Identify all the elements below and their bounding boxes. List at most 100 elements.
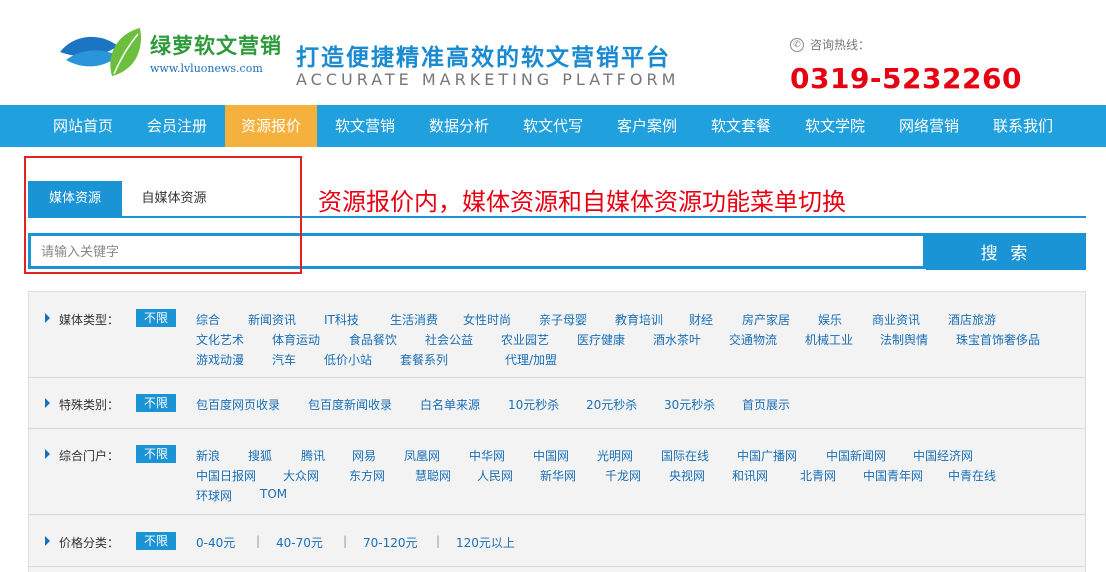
filter-option[interactable]: 医疗健康 xyxy=(577,331,625,348)
filter-option[interactable]: 酒店旅游 xyxy=(948,311,996,328)
filter-row: 价格分类： 不限 0-40元 40-70元 70-120元 120元以上 | | | xyxy=(29,515,1085,567)
filter-option[interactable]: 新浪 xyxy=(196,447,220,464)
hotline-number: 0319-5232260 xyxy=(790,62,1022,95)
hotline-label-text: 咨询热线： xyxy=(810,38,871,52)
filter-option[interactable]: 中国经济网 xyxy=(913,447,973,464)
nav-item[interactable]: 软文代写 xyxy=(506,105,600,147)
filter-unlimited-button[interactable]: 不限 xyxy=(136,309,176,327)
filter-panel: 媒体类型： 不限 综合 新闻资讯 IT科技 生活消费 女性时尚 亲子母婴 教育培训 财经 房产家居 娱… xyxy=(28,291,1086,572)
filter-option[interactable]: 网易 xyxy=(352,447,376,464)
filter-option[interactable]: 中青在线 xyxy=(948,467,996,484)
filter-option[interactable]: IT科技 xyxy=(324,311,359,328)
filter-option[interactable]: 中国日报网 xyxy=(196,467,256,484)
filter-option[interactable]: 汽车 xyxy=(272,351,296,368)
filter-option[interactable]: 低价小站 xyxy=(324,351,372,368)
filter-option[interactable]: 光明网 xyxy=(597,447,633,464)
separator: | xyxy=(256,534,261,548)
filter-option[interactable]: 东方网 xyxy=(349,467,385,484)
filter-option[interactable]: 腾讯 xyxy=(301,447,325,464)
filter-option[interactable]: 中国广播网 xyxy=(737,447,797,464)
filter-option[interactable]: 娱乐 xyxy=(818,311,842,328)
filter-unlimited-button[interactable]: 不限 xyxy=(136,532,176,550)
filter-option[interactable]: 慧聪网 xyxy=(415,467,451,484)
filter-option[interactable]: 教育培训 xyxy=(615,311,663,328)
logo-url: www.lvluonews.com xyxy=(150,62,263,75)
filter-option[interactable]: 新闻资讯 xyxy=(248,311,296,328)
filter-option[interactable]: 70-120元 xyxy=(363,534,418,551)
filter-row: 特殊类别： 不限 包百度网页收录 包百度新闻收录 白名单来源 10元秒杀 20元秒杀 30元秒… xyxy=(29,378,1085,429)
filter-option[interactable]: 房产家居 xyxy=(742,311,790,328)
filter-option[interactable]: 社会公益 xyxy=(425,331,473,348)
nav-item[interactable]: 网站首页 xyxy=(36,105,130,147)
filter-option[interactable]: 和讯网 xyxy=(732,467,768,484)
filter-option[interactable]: 30元秒杀 xyxy=(664,396,715,413)
logo[interactable]: 绿萝软文营销 www.lvluonews.com xyxy=(56,26,286,86)
filter-option[interactable]: 亲子母婴 xyxy=(539,311,587,328)
nav-item[interactable]: 软文营销 xyxy=(318,105,412,147)
nav-item[interactable]: 网络营销 xyxy=(882,105,976,147)
filter-option[interactable]: 珠宝首饰奢侈品 xyxy=(956,331,1040,348)
filter-option[interactable]: 代理/加盟 xyxy=(505,351,557,368)
filter-option[interactable]: 套餐系列 xyxy=(400,351,448,368)
filter-option[interactable]: 环球网 xyxy=(196,487,232,504)
filter-option[interactable]: 机械工业 xyxy=(805,331,853,348)
filter-option[interactable]: 40-70元 xyxy=(276,534,323,551)
filter-option[interactable]: 女性时尚 xyxy=(463,311,511,328)
filter-option[interactable]: 搜狐 xyxy=(248,447,272,464)
filter-option[interactable]: 中国青年网 xyxy=(863,467,923,484)
filter-option[interactable]: 20元秒杀 xyxy=(586,396,637,413)
filter-option[interactable]: 法制舆情 xyxy=(880,331,928,348)
slogan: 打造便捷精准高效的软文营销平台 xyxy=(296,45,671,71)
filter-option[interactable]: 游戏动漫 xyxy=(196,351,244,368)
filter-row-label: 价格分类： xyxy=(59,536,120,550)
caret-right-icon xyxy=(45,313,50,323)
filter-option[interactable]: 大众网 xyxy=(283,467,319,484)
leaf-logo-icon xyxy=(60,28,141,76)
filter-option[interactable]: 中华网 xyxy=(469,447,505,464)
filter-unlimited-button[interactable]: 不限 xyxy=(136,394,176,412)
filter-option[interactable]: 农业园艺 xyxy=(501,331,549,348)
filter-option[interactable]: 食品餐饮 xyxy=(349,331,397,348)
filter-option[interactable]: 国际在线 xyxy=(661,447,709,464)
filter-option[interactable]: 首页展示 xyxy=(742,396,790,413)
main-nav: 网站首页 会员注册 资源报价 软文营销 数据分析 软文代写 客户案例 软文套餐 软文学院 网络营销… xyxy=(0,105,1106,147)
phone-icon: ✆ xyxy=(790,37,804,52)
filter-option[interactable]: 0-40元 xyxy=(196,534,235,551)
filter-option[interactable]: 包百度新闻收录 xyxy=(308,396,392,413)
filter-option[interactable]: 体育运动 xyxy=(272,331,320,348)
filter-option[interactable]: 中国新闻网 xyxy=(826,447,886,464)
nav-item[interactable]: 资源报价 xyxy=(225,105,317,147)
filter-option[interactable]: 综合 xyxy=(196,311,220,328)
nav-item[interactable]: 客户案例 xyxy=(600,105,694,147)
nav-item[interactable]: 会员注册 xyxy=(130,105,224,147)
nav-item[interactable]: 软文套餐 xyxy=(694,105,788,147)
filter-row: 综合门户： 不限 新浪 搜狐 腾讯 网易 凤凰网 中华网 中国网 光明网 国际在线 中国广播网 中国新闻… xyxy=(29,429,1085,515)
filter-option[interactable]: 北青网 xyxy=(800,467,836,484)
filter-option[interactable]: 白名单来源 xyxy=(420,396,480,413)
filter-option[interactable]: 生活消费 xyxy=(390,311,438,328)
filter-option[interactable]: 酒水茶叶 xyxy=(653,331,701,348)
search-button[interactable]: 搜 索 xyxy=(926,233,1086,270)
filter-option[interactable]: 千龙网 xyxy=(605,467,641,484)
filter-option[interactable]: 新华网 xyxy=(540,467,576,484)
filter-unlimited-button[interactable]: 不限 xyxy=(136,445,176,463)
slogan-en: ACCURATE MARKETING PLATFORM xyxy=(296,70,680,89)
filter-option[interactable]: TOM xyxy=(260,487,287,501)
filter-option[interactable]: 人民网 xyxy=(477,467,513,484)
nav-item[interactable]: 数据分析 xyxy=(412,105,506,147)
filter-option[interactable]: 120元以上 xyxy=(456,534,515,551)
nav-item[interactable]: 软文学院 xyxy=(788,105,882,147)
filter-option[interactable]: 包百度网页收录 xyxy=(196,396,280,413)
filter-row-label: 综合门户： xyxy=(59,449,120,463)
filter-row: 媒体类型： 不限 综合 新闻资讯 IT科技 生活消费 女性时尚 亲子母婴 教育培训 财经 房产家居 娱… xyxy=(29,292,1085,378)
filter-option[interactable]: 央视网 xyxy=(669,467,705,484)
filter-option[interactable]: 交通物流 xyxy=(729,331,777,348)
filter-option[interactable]: 中国网 xyxy=(533,447,569,464)
nav-item[interactable]: 联系我们 xyxy=(976,105,1070,147)
filter-option[interactable]: 财经 xyxy=(689,311,713,328)
filter-option[interactable]: 10元秒杀 xyxy=(508,396,559,413)
filter-row-label: 特殊类别： xyxy=(59,398,120,412)
filter-option[interactable]: 商业资讯 xyxy=(872,311,920,328)
filter-option[interactable]: 凤凰网 xyxy=(404,447,440,464)
filter-option[interactable]: 文化艺术 xyxy=(196,331,244,348)
